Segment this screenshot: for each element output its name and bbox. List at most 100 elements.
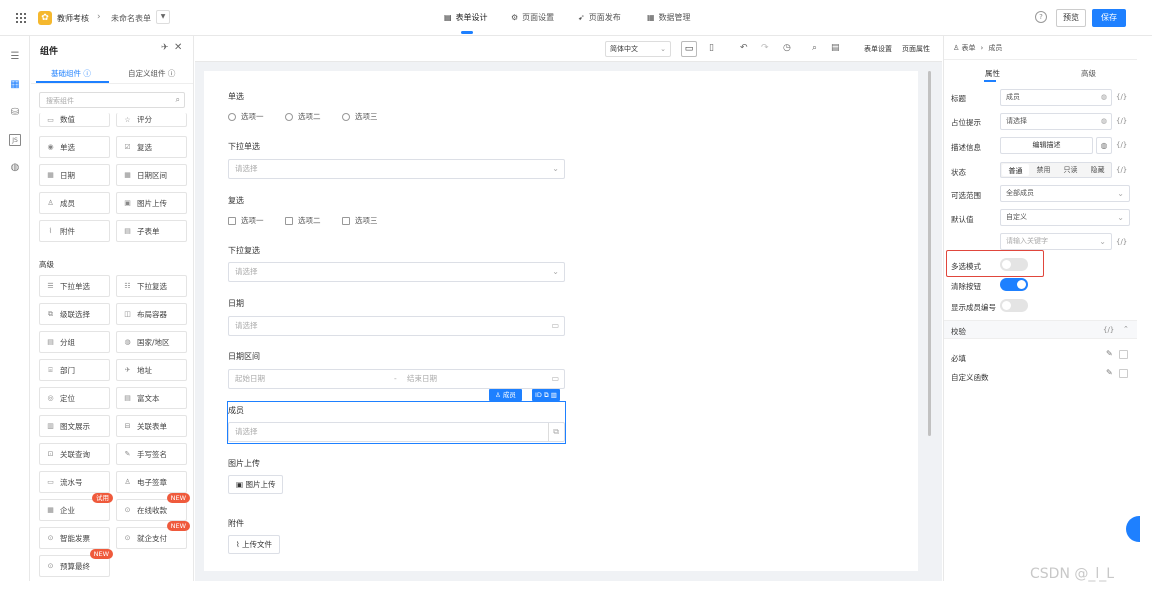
component-online-payment[interactable]: ⊙ 在线收款 NEW <box>116 493 190 521</box>
component-smart-invoice[interactable]: ⊙ 智能发票 <box>39 527 110 549</box>
component-rating[interactable]: ☆ 评分 <box>116 113 187 127</box>
tab-properties[interactable]: 属性 <box>985 68 1000 79</box>
edit-icon[interactable]: ✎ <box>1106 349 1113 358</box>
clear-button-toggle[interactable] <box>1000 278 1028 291</box>
datasource-icon[interactable]: ⛁ <box>9 106 21 118</box>
close-icon[interactable]: ✕ <box>174 42 182 53</box>
page-props-link[interactable]: 页面属性 <box>902 44 930 54</box>
components-icon[interactable]: ▦ <box>9 78 21 90</box>
globe-icon[interactable]: ◍ <box>1101 114 1107 129</box>
keyword-input[interactable]: 请输入关键字 ⌄ <box>1000 233 1112 250</box>
title-input[interactable]: 成员 ◍ <box>1000 89 1112 106</box>
form-settings-link[interactable]: 表单设置 <box>864 44 892 54</box>
mobile-view-icon[interactable]: ▯ <box>709 43 714 53</box>
form-name-dropdown[interactable]: ▼ <box>156 10 170 24</box>
component-related-query[interactable]: ⊡ 关联查询 <box>39 443 110 465</box>
state-disabled[interactable]: 禁用 <box>1030 163 1057 177</box>
state-readonly[interactable]: 只读 <box>1057 163 1084 177</box>
copy-icon[interactable]: ⧉ <box>544 391 549 399</box>
redo-icon[interactable]: ↷ <box>761 43 769 53</box>
state-normal[interactable]: 普通 <box>1002 164 1029 176</box>
component-radio[interactable]: ◉ 单选 <box>39 136 110 158</box>
component-address[interactable]: ✈ 地址 <box>116 359 187 381</box>
component-member[interactable]: ♙ 成员 <box>39 192 110 214</box>
component-corp-payment[interactable]: ⊙ 就企支付 NEW <box>116 521 190 549</box>
required-checkbox[interactable] <box>1119 350 1128 359</box>
app-name[interactable]: 教师考核 <box>57 13 89 24</box>
save-button[interactable]: 保存 <box>1092 9 1126 27</box>
globe-icon[interactable]: ◍ <box>1096 137 1112 154</box>
checkbox-option-2[interactable]: 选项二 <box>285 215 321 226</box>
pin-icon[interactable]: ✈ <box>161 43 169 53</box>
radio-option-3[interactable]: 选项三 <box>342 111 378 122</box>
undo-icon[interactable]: ↶ <box>740 43 748 53</box>
zoom-icon[interactable]: ⌕ <box>812 43 817 53</box>
component-attachment[interactable]: ⌇ 附件 <box>39 220 110 242</box>
component-checkbox[interactable]: ☑ 复选 <box>116 136 187 158</box>
description-fx[interactable]: {/} <box>1116 141 1127 149</box>
tab-custom-components[interactable]: 自定义组件 ⓘ <box>128 68 175 79</box>
show-id-toggle[interactable] <box>1000 299 1028 312</box>
date-input[interactable]: 请选择 ▭ <box>228 316 565 336</box>
tab-page-publish[interactable]: ➹ 页面发布 <box>578 12 621 23</box>
radio-option-1[interactable]: 选项一 <box>228 111 264 122</box>
canvas-scrollbar[interactable] <box>928 71 931 436</box>
keyword-fx[interactable]: {/} <box>1116 238 1127 246</box>
desktop-view-icon[interactable]: ▭ <box>681 41 697 57</box>
title-fx[interactable]: {/} <box>1116 93 1127 101</box>
code-icon[interactable]: ▤ <box>831 43 840 53</box>
member-picker-icon[interactable]: ⧉ <box>548 423 559 441</box>
component-cascade[interactable]: ⧉ 级联选择 <box>39 303 110 325</box>
multi-mode-toggle[interactable] <box>1000 258 1028 271</box>
dropdown-single-select[interactable]: 请选择 ⌄ <box>228 159 565 179</box>
form-name[interactable]: 未命名表单 <box>111 13 151 24</box>
js-icon[interactable]: JS <box>9 134 21 146</box>
state-hidden[interactable]: 隐藏 <box>1084 163 1111 177</box>
custom-function-checkbox[interactable] <box>1119 369 1128 378</box>
component-location[interactable]: ◎ 定位 <box>39 387 110 409</box>
app-grid-icon[interactable] <box>16 13 26 23</box>
outline-icon[interactable]: ☰ <box>9 50 21 62</box>
member-select[interactable]: 请选择 ⧉ <box>228 422 565 442</box>
checkbox-option-3[interactable]: 选项三 <box>342 215 378 226</box>
language-select[interactable]: 简体中文 ⌄ <box>605 41 671 57</box>
tab-page-settings[interactable]: ⚙ 页面设置 <box>511 12 554 23</box>
range-select[interactable]: 全部成员 ⌄ <box>1000 185 1130 202</box>
component-layout[interactable]: ◫ 布局容器 <box>116 303 187 325</box>
component-subform[interactable]: ▤ 子表单 <box>116 220 187 242</box>
date-range-input[interactable]: 起始日期 - 结束日期 ▭ <box>228 369 565 389</box>
globe-icon[interactable]: ◍ <box>1101 90 1107 105</box>
component-richtext[interactable]: ▤ 富文本 <box>116 387 187 409</box>
component-department[interactable]: ⌸ 部门 <box>39 359 110 381</box>
tab-data-manage[interactable]: ▦ 数据管理 <box>647 12 691 23</box>
component-image-text[interactable]: ▥ 图文展示 <box>39 415 110 437</box>
component-budget[interactable]: ⊙ 预算最终 NEW <box>39 549 113 577</box>
help-icon[interactable]: ? <box>1035 11 1047 23</box>
component-serial-number[interactable]: ▭ 流水号 <box>39 471 110 493</box>
edit-icon[interactable]: ✎ <box>1106 368 1113 377</box>
placeholder-input[interactable]: 请选择 ◍ <box>1000 113 1112 130</box>
component-enterprise[interactable]: ▦ 企业 试用 <box>39 493 113 521</box>
component-signature[interactable]: ✎ 手写签名 <box>116 443 187 465</box>
tab-advanced[interactable]: 高级 <box>1081 68 1096 79</box>
state-fx[interactable]: {/} <box>1116 166 1127 174</box>
component-date[interactable]: ▦ 日期 <box>39 164 110 186</box>
component-dropdown-single[interactable]: ☰ 下拉单选 <box>39 275 110 297</box>
edit-description-button[interactable]: 编辑描述 <box>1000 137 1093 154</box>
upload-file-button[interactable]: ⌇ 上传文件 <box>228 535 281 554</box>
image-upload-button[interactable]: ▣ 图片上传 <box>228 475 284 494</box>
component-group[interactable]: ▤ 分组 <box>39 331 110 353</box>
trash-icon[interactable]: ▥ <box>551 391 557 399</box>
component-date-range[interactable]: ▦ 日期区间 <box>116 164 187 186</box>
checkbox-option-1[interactable]: 选项一 <box>228 215 264 226</box>
component-number[interactable]: ▭ 数值 <box>39 113 110 127</box>
chevron-up-icon[interactable]: ⌃ <box>1123 325 1129 333</box>
member-tag[interactable]: ♙ 成员 <box>489 389 522 401</box>
validation-section-header[interactable]: 校验 {/} ⌃ <box>944 320 1137 339</box>
component-search-input[interactable]: 搜索组件 ⌕ <box>39 92 185 108</box>
preview-button[interactable]: 预览 <box>1056 9 1086 27</box>
radio-option-2[interactable]: 选项二 <box>285 111 321 122</box>
default-value-select[interactable]: 自定义 ⌄ <box>1000 209 1130 226</box>
globe-icon[interactable]: ◍ <box>9 161 21 173</box>
placeholder-fx[interactable]: {/} <box>1116 117 1127 125</box>
